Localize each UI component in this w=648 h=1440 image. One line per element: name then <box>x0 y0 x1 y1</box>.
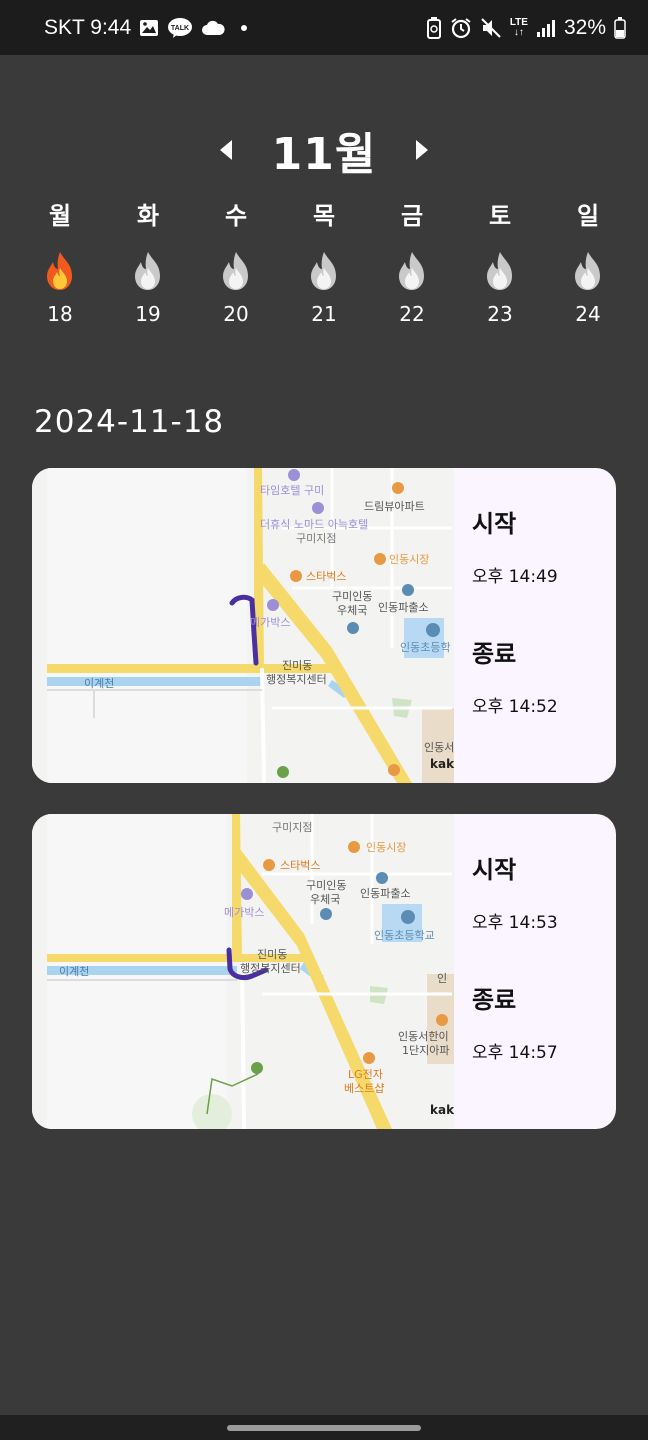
day-number: 19 <box>135 302 161 326</box>
day-of-week-label: 금 <box>400 202 424 230</box>
map-label: 스타벅스 <box>280 859 320 872</box>
flame-inactive-icon <box>306 250 342 292</box>
flame-inactive-icon <box>482 250 518 292</box>
alarm-icon <box>450 17 472 39</box>
day-of-week-label: 목 <box>312 202 336 230</box>
lte-label: LTE <box>509 16 528 28</box>
route-map[interactable]: 구미지점 인동시장 스타벅스 구미인동 우체국 인동파출소 메가박스 인동초등학… <box>32 814 454 1129</box>
kakaotalk-icon: TALK <box>167 17 193 39</box>
day-of-week-label: 토 <box>488 202 512 230</box>
end-label: 종료 <box>472 640 517 668</box>
map-label: 인동시장 <box>366 841 406 854</box>
day-cell[interactable]: 화 19 <box>104 196 192 326</box>
end-label: 종료 <box>472 986 517 1014</box>
day-number: 23 <box>487 302 513 326</box>
battery-saver-icon <box>426 16 442 39</box>
next-month-button[interactable] <box>416 140 429 160</box>
selected-date-heading: 2024-11-18 <box>34 404 225 440</box>
status-bar: SKT 9:44 TALK LTE ↓↑ 32% <box>0 0 648 55</box>
workout-record-card[interactable]: 구미지점 인동시장 스타벅스 구미인동 우체국 인동파출소 메가박스 인동초등학… <box>32 814 616 1129</box>
flame-inactive-icon <box>130 250 166 292</box>
day-cell[interactable]: 일 24 <box>544 196 632 326</box>
kakao-logo: kaka <box>430 757 454 771</box>
end-time: 오후 14:52 <box>472 697 558 717</box>
day-number: 18 <box>47 302 73 326</box>
map-label: 이계천 <box>59 964 89 978</box>
map-label: 메가박스 <box>224 906 264 919</box>
map-label: 드림뷰아파트 <box>364 500 425 513</box>
day-number: 21 <box>311 302 337 326</box>
day-of-week-label: 화 <box>136 202 160 230</box>
map-label: 이계천 <box>84 676 114 690</box>
day-number: 20 <box>223 302 249 326</box>
map-label: 우체국 <box>310 893 340 906</box>
map-label: 인동서 <box>424 741 454 754</box>
map-label: 스타벅스 <box>306 570 346 583</box>
month-title: 11월 <box>271 129 377 180</box>
flame-inactive-icon <box>394 250 430 292</box>
day-number: 24 <box>575 302 601 326</box>
map-label: 진미동 <box>257 948 287 961</box>
svg-text:TALK: TALK <box>171 25 189 32</box>
day-number: 22 <box>399 302 425 326</box>
month-navigator: 11월 <box>0 118 648 182</box>
map-label: 구미인동 <box>332 590 372 603</box>
start-label: 시작 <box>472 510 517 538</box>
battery-percent: 32% <box>563 15 606 39</box>
system-nav-bar <box>0 1415 648 1440</box>
mute-icon <box>480 17 502 39</box>
prev-month-button[interactable] <box>219 140 232 160</box>
cloud-icon <box>201 20 225 36</box>
map-label: 베스트샵 <box>344 1082 384 1095</box>
start-time: 오후 14:53 <box>472 913 558 933</box>
map-label: LG전자 <box>348 1068 383 1081</box>
map-label: 구미지점 <box>272 821 312 834</box>
map-label: 인동파출소 <box>378 601 429 614</box>
flame-inactive-icon <box>570 250 606 292</box>
start-time: 오후 14:49 <box>472 567 558 587</box>
day-cell[interactable]: 금 22 <box>368 196 456 326</box>
battery-icon <box>614 16 626 39</box>
map-label: 진미동 <box>282 659 312 672</box>
map-label: 인동파출소 <box>360 887 411 900</box>
map-label: 인 <box>437 972 447 985</box>
map-label: 인동초등학교 <box>374 929 435 942</box>
carrier-time: SKT 9:44 <box>44 15 132 39</box>
data-arrows-icon: ↓↑ <box>513 26 524 38</box>
start-label: 시작 <box>472 856 517 884</box>
map-label: 우체국 <box>337 604 367 617</box>
route-map[interactable]: 타임호텔 구미 드림뷰아파트 더휴식 노마드 아늑호텔 구미지점 인동시장 스타… <box>32 468 454 783</box>
map-label: 행정복지센터 <box>240 962 301 975</box>
day-of-week-label: 일 <box>576 202 600 230</box>
gallery-icon <box>139 18 159 38</box>
map-label: 타임호텔 구미 <box>260 484 324 497</box>
map-label: 1단지아파 <box>402 1044 449 1057</box>
map-label: 구미지점 <box>296 532 336 545</box>
map-label: 인동초등학 <box>400 641 451 654</box>
map-label: 행정복지센터 <box>266 673 327 686</box>
flame-active-icon <box>42 250 78 292</box>
map-label: 더휴식 노마드 아늑호텔 <box>260 518 368 531</box>
flame-inactive-icon <box>218 250 254 292</box>
record-info: 시작 오후 14:49 종료 오후 14:52 <box>454 468 616 783</box>
lte-icon: LTE ↓↑ <box>509 16 528 38</box>
signal-icon <box>536 18 556 38</box>
day-cell[interactable]: 목 21 <box>280 196 368 326</box>
day-of-week-label: 수 <box>224 202 248 230</box>
day-cell[interactable]: 월 18 <box>16 196 104 326</box>
map-label: 메가박스 <box>250 616 290 629</box>
week-strip: 월 18 화 19 수 20 목 21 금 22 토 23 일 24 <box>16 196 632 326</box>
map-label: 인동시장 <box>389 553 429 566</box>
map-label: 구미인동 <box>306 879 346 892</box>
record-info: 시작 오후 14:53 종료 오후 14:57 <box>454 814 616 1129</box>
day-cell[interactable]: 수 20 <box>192 196 280 326</box>
end-time: 오후 14:57 <box>472 1043 558 1063</box>
workout-record-card[interactable]: 타임호텔 구미 드림뷰아파트 더휴식 노마드 아늑호텔 구미지점 인동시장 스타… <box>32 468 616 783</box>
home-gesture-bar[interactable] <box>227 1425 421 1431</box>
day-of-week-label: 월 <box>48 202 72 230</box>
notification-dot-icon <box>241 24 248 31</box>
day-cell[interactable]: 토 23 <box>456 196 544 326</box>
map-label: 인동서한이 <box>398 1030 449 1043</box>
kakao-logo: kaka <box>430 1103 454 1117</box>
